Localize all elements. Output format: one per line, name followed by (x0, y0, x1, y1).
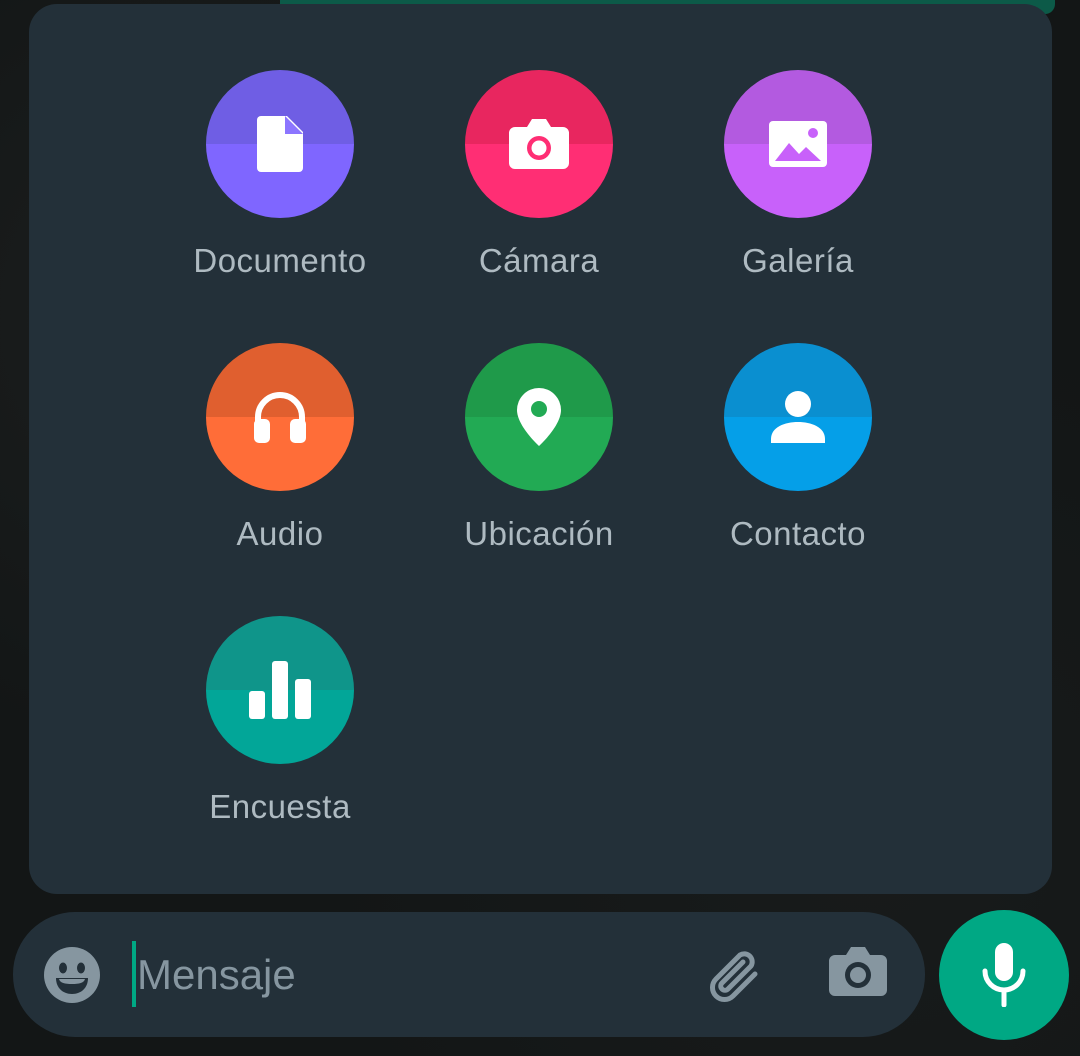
attach-audio-label: Audio (236, 515, 324, 552)
attach-location-button[interactable]: Ubicación (429, 343, 649, 573)
camera-icon-circle (465, 70, 613, 218)
gallery-icon (769, 121, 827, 167)
attach-poll-button[interactable]: Encuesta (170, 616, 390, 846)
emoji-button[interactable] (43, 946, 101, 1004)
camera-icon (829, 947, 887, 996)
emoji-icon (44, 947, 100, 1003)
composer-camera-button[interactable] (829, 946, 891, 1004)
document-icon-circle (206, 70, 354, 218)
attach-gallery-label: Galería (742, 242, 854, 279)
contact-icon-circle (724, 343, 872, 491)
attach-contact-label: Contacto (729, 515, 867, 552)
gallery-icon-circle (724, 70, 872, 218)
attach-document-button[interactable]: Documento (170, 70, 390, 300)
attach-camera-button[interactable]: Cámara (429, 70, 649, 300)
text-caret (132, 941, 136, 1007)
message-input[interactable] (137, 942, 677, 1008)
poll-icon (249, 661, 311, 719)
contact-icon (771, 391, 825, 443)
headphones-icon (254, 392, 306, 443)
attach-contact-button[interactable]: Contacto (688, 343, 908, 573)
attach-camera-label: Cámara (478, 242, 600, 279)
microphone-icon (982, 943, 1026, 1007)
headphones-icon-circle (206, 343, 354, 491)
attach-location-label: Ubicación (464, 515, 614, 552)
location-icon-circle (465, 343, 613, 491)
poll-icon-circle (206, 616, 354, 764)
paperclip-icon (710, 951, 758, 1002)
attachment-menu: Documento Cámara Galería Audio Ubicación… (29, 4, 1052, 894)
attach-button[interactable] (705, 944, 771, 1010)
attach-document-label: Documento (193, 242, 367, 279)
attach-audio-button[interactable]: Audio (170, 343, 390, 573)
voice-record-button[interactable] (939, 910, 1069, 1040)
document-icon (257, 116, 303, 172)
camera-icon (509, 119, 569, 169)
location-pin-icon (517, 388, 561, 446)
message-composer (13, 912, 925, 1037)
attach-poll-label: Encuesta (209, 788, 351, 825)
attach-gallery-button[interactable]: Galería (688, 70, 908, 300)
